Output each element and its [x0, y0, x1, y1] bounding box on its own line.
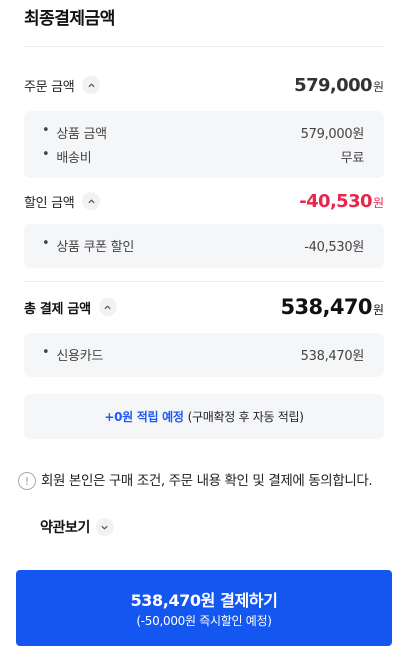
pay-button-sub: (-50,000원 즉시할인 예정) — [136, 614, 272, 628]
total-amount-value: 538,470 원 — [280, 295, 385, 319]
list-item: • 신용카드 538,470원 — [42, 345, 364, 364]
discount-amount-label: 할인 금액 — [24, 195, 75, 211]
total-amount-row: 총 결제 금액 538,470 원 — [24, 295, 384, 319]
points-box: +0원 적립 예정 (구매확정 후 자동 적립) — [24, 394, 384, 439]
page-title: 최종결제금액 — [24, 9, 115, 29]
agreement-notice: ! 회원 본인은 구매 조건, 주문 내용 확인 및 결제에 동의합니다. — [18, 470, 388, 492]
payment-method-box: • 신용카드 538,470원 — [24, 333, 384, 377]
detail-value: 579,000원 — [300, 127, 365, 142]
detail-label: 배송비 — [56, 151, 92, 166]
total-collapse-toggle[interactable] — [98, 298, 117, 316]
pay-button[interactable]: 538,470원 결제하기 (-50,000원 즉시할인 예정) — [16, 570, 392, 646]
detail-value: 무료 — [340, 151, 365, 166]
detail-value: -40,530원 — [304, 240, 364, 255]
info-icon: ! — [18, 472, 36, 490]
divider — [24, 281, 384, 282]
points-highlight: +0원 적립 예정 — [104, 410, 184, 424]
points-note: (구매확정 후 자동 적립) — [187, 410, 304, 424]
detail-value: 538,470원 — [300, 349, 365, 364]
order-collapse-toggle[interactable] — [82, 76, 101, 94]
terms-link[interactable]: 약관보기 — [40, 517, 114, 537]
terms-label: 약관보기 — [40, 520, 90, 536]
chevron-up-icon — [88, 82, 95, 87]
order-amount-value: 579,000 원 — [294, 74, 384, 96]
order-amount-row: 주문 금액 579,000 원 — [24, 74, 384, 96]
list-item: • 상품 금액 579,000원 — [42, 123, 364, 142]
chevron-up-icon — [104, 304, 111, 309]
discount-amount-value: -40,530 원 — [299, 190, 384, 212]
chevron-up-icon — [88, 198, 95, 203]
total-amount-label: 총 결제 금액 — [24, 301, 91, 317]
order-amount-label: 주문 금액 — [24, 79, 75, 95]
pay-button-label: 538,470원 결제하기 — [130, 591, 278, 610]
divider — [24, 46, 384, 47]
discount-detail-box: • 상품 쿠폰 할인 -40,530원 — [24, 224, 384, 268]
detail-label: 신용카드 — [56, 349, 104, 364]
list-item: • 상품 쿠폰 할인 -40,530원 — [42, 236, 364, 255]
list-item: • 배송비 무료 — [42, 147, 364, 166]
terms-toggle[interactable] — [95, 518, 114, 536]
order-detail-box: • 상품 금액 579,000원 • 배송비 무료 — [24, 111, 384, 178]
agreement-text: 회원 본인은 구매 조건, 주문 내용 확인 및 결제에 동의합니다. — [41, 473, 373, 489]
discount-amount-row: 할인 금액 -40,530 원 — [24, 190, 384, 212]
detail-label: 상품 금액 — [56, 127, 107, 142]
detail-label: 상품 쿠폰 할인 — [56, 240, 134, 255]
chevron-down-icon — [101, 525, 109, 530]
discount-collapse-toggle[interactable] — [82, 192, 101, 210]
